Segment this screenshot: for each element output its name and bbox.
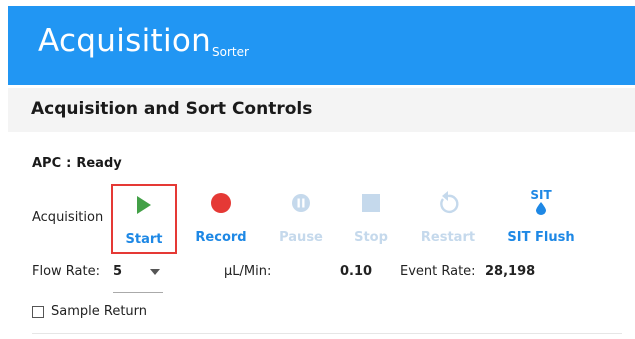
section-title: Acquisition and Sort Controls — [31, 99, 313, 119]
instrument-status: APC: Ready — [32, 156, 122, 171]
pause-button[interactable]: Pause — [268, 184, 334, 254]
pause-button-label: Pause — [279, 230, 323, 245]
flow-rate-underline — [113, 292, 163, 293]
chevron-down-icon[interactable] — [150, 269, 160, 275]
sample-return-label: Sample Return — [51, 304, 148, 319]
event-rate-label: Event Rate: — [400, 264, 476, 279]
sit-flush-button-label: SIT Flush — [507, 230, 575, 245]
flow-rate-label: Flow Rate: — [32, 264, 100, 279]
ul-per-min-label: µL/Min: — [224, 264, 272, 279]
sit-flush-icon: SIT — [498, 184, 584, 218]
sit-icon-text: SIT — [530, 187, 552, 202]
instrument-state: Ready — [76, 156, 122, 171]
ul-per-min-value: 0.10 — [340, 264, 373, 279]
section-header: Acquisition and Sort Controls — [8, 88, 635, 132]
stop-button[interactable]: Stop — [338, 184, 404, 254]
pause-icon — [268, 192, 334, 214]
page-title: Acquisition — [38, 23, 212, 59]
sample-return-option[interactable]: Sample Return — [32, 304, 147, 319]
record-button[interactable]: Record — [188, 184, 254, 254]
start-button-label: Start — [125, 232, 163, 247]
restart-icon — [415, 191, 481, 214]
page-subtitle: Sorter — [212, 45, 249, 59]
divider — [32, 333, 622, 334]
status-separator: : — [66, 156, 72, 171]
sample-return-checkbox[interactable] — [32, 305, 44, 318]
start-button[interactable]: Start — [111, 184, 177, 254]
restart-button-label: Restart — [420, 230, 476, 245]
acquisition-label: Acquisition — [32, 210, 104, 225]
flow-rate-select[interactable]: 5 — [113, 264, 122, 279]
stop-button-label: Stop — [354, 230, 388, 245]
sit-flush-button[interactable]: SIT SIT Flush — [498, 184, 584, 254]
record-icon — [188, 192, 254, 214]
app-header: Acquisition Sorter — [8, 6, 635, 85]
restart-button[interactable]: Restart — [415, 184, 481, 254]
instrument-name: APC — [32, 156, 62, 171]
event-rate-value: 28,198 — [485, 264, 536, 279]
play-icon — [113, 194, 175, 216]
record-button-label: Record — [195, 230, 247, 245]
stop-icon — [338, 192, 404, 214]
